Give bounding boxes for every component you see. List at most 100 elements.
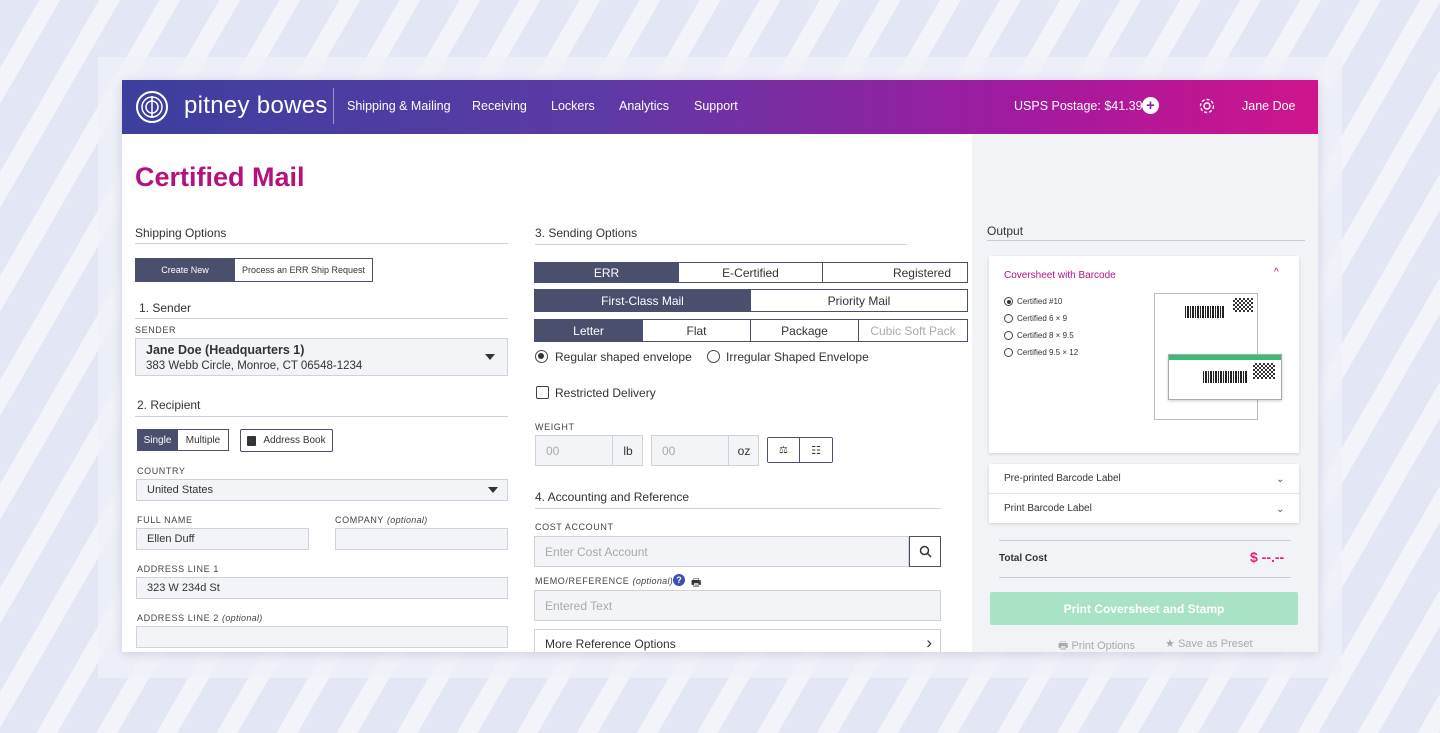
sender-select[interactable]: Jane Doe (Headquarters 1) 383 Webb Circl…	[135, 338, 508, 376]
page-title: Certified Mail	[135, 162, 305, 192]
coversheet-title[interactable]: Coversheet with Barcode	[1004, 270, 1116, 281]
full-name-label: FULL NAME	[137, 515, 193, 525]
restricted-delivery-label: Restricted Delivery	[555, 386, 656, 400]
chevron-down-icon[interactable]: ⌄	[1276, 474, 1284, 485]
err-option[interactable]: ERR	[535, 263, 679, 282]
print-barcode-label[interactable]: Print Barcode Label	[1004, 503, 1092, 514]
chevron-down-icon	[488, 487, 498, 493]
coversheet-card: Coversheet with Barcode ^ Certified #10 …	[989, 256, 1299, 453]
flat-option[interactable]: Flat	[643, 320, 751, 341]
company-label: COMPANY (optional)	[335, 515, 428, 525]
country-label: COUNTRY	[137, 466, 186, 476]
cubic-soft-pack-option[interactable]: Cubic Soft Pack	[859, 320, 967, 341]
divider	[999, 540, 1291, 541]
gear-icon[interactable]	[1198, 97, 1216, 115]
chevron-up-icon[interactable]: ^	[1274, 267, 1279, 278]
multiple-button[interactable]: Multiple	[178, 430, 228, 450]
preprinted-barcode-label[interactable]: Pre-printed Barcode Label	[1004, 473, 1121, 484]
divider	[135, 243, 508, 244]
divider	[999, 577, 1291, 578]
lb-unit: lb	[612, 436, 643, 465]
sending-options-heading: 3. Sending Options	[535, 226, 638, 240]
divider	[987, 240, 1305, 241]
weight-tools: ⚖ ☷	[767, 437, 833, 463]
irregular-envelope-label: Irregular Shaped Envelope	[726, 350, 869, 364]
output-heading: Output	[987, 224, 1024, 238]
country-select[interactable]: United States	[136, 479, 508, 501]
address-book-button[interactable]: Address Book	[240, 429, 333, 452]
pitney-bowes-logo-icon[interactable]	[136, 91, 168, 123]
weight-oz-input[interactable]: 00 oz	[651, 435, 759, 466]
nav-divider	[333, 88, 334, 124]
chevron-down-icon[interactable]: ⌄	[1276, 504, 1284, 515]
weight-lb-input[interactable]: 00 lb	[535, 435, 643, 466]
nav-receiving[interactable]: Receiving	[472, 99, 527, 113]
nav-shipping-mailing[interactable]: Shipping & Mailing	[347, 99, 451, 113]
divider	[535, 244, 907, 245]
sender-address: 383 Webb Circle, Monroe, CT 06548-1234	[146, 359, 363, 372]
sender-label: SENDER	[135, 325, 177, 335]
shipping-options-heading: Shipping Options	[135, 226, 227, 240]
divider	[535, 508, 941, 509]
address-line-1-field[interactable]: 323 W 234d St	[136, 577, 508, 599]
memo-input[interactable]: Entered Text	[534, 590, 941, 621]
print-coversheet-stamp-button[interactable]: Print Coversheet and Stamp	[990, 592, 1298, 625]
star-icon: ★	[1165, 638, 1175, 650]
address-line-2-field[interactable]	[136, 626, 508, 648]
search-button[interactable]	[909, 536, 941, 567]
nav-support[interactable]: Support	[694, 99, 738, 113]
accounting-heading: 4. Accounting and Reference	[535, 490, 690, 504]
priority-mail-option[interactable]: Priority Mail	[751, 290, 967, 311]
chevron-right-icon: ›	[926, 633, 932, 652]
regular-envelope-label: Regular shaped envelope	[555, 350, 692, 364]
single-button[interactable]: Single	[138, 430, 178, 450]
create-new-button[interactable]: Create New	[136, 259, 235, 281]
user-menu[interactable]: Jane Doe	[1242, 99, 1296, 113]
sliders-icon[interactable]: ☷	[800, 438, 832, 462]
divider	[989, 493, 1299, 494]
recipient-heading: 2. Recipient	[137, 398, 201, 412]
company-field[interactable]	[335, 528, 508, 550]
coversheet-option-9-5x12[interactable]: Certified 9.5 × 12	[1004, 348, 1078, 357]
e-certified-option[interactable]: E-Certified	[679, 263, 823, 282]
restricted-delivery-checkbox[interactable]	[536, 386, 549, 399]
shipping-mode-toggle: Create New Process an ERR Ship Request	[135, 258, 373, 282]
help-icon[interactable]: ?	[673, 574, 685, 586]
printer-icon: 🖶	[1058, 640, 1069, 652]
cost-account-input[interactable]: Enter Cost Account	[534, 536, 909, 567]
print-options-link[interactable]: 🖶 Print Options	[1058, 637, 1135, 652]
nav-lockers[interactable]: Lockers	[551, 99, 595, 113]
oz-unit: oz	[728, 436, 759, 465]
registered-option[interactable]: Registered	[823, 263, 967, 282]
app-window: pitney bowes Shipping & Mailing Receivin…	[122, 80, 1318, 652]
package-option[interactable]: Package	[751, 320, 859, 341]
package-type-toggle: Letter Flat Package Cubic Soft Pack	[534, 319, 968, 342]
letter-option[interactable]: Letter	[535, 320, 643, 341]
sender-heading: 1. Sender	[139, 301, 192, 315]
coversheet-option-6x9[interactable]: Certified 6 × 9	[1004, 314, 1067, 323]
regular-envelope-radio[interactable]	[535, 350, 548, 363]
search-icon	[919, 545, 932, 558]
divider	[135, 416, 508, 417]
more-reference-options-row[interactable]: More Reference Options ›	[534, 629, 941, 652]
nav-analytics[interactable]: Analytics	[619, 99, 669, 113]
coversheet-option-10[interactable]: Certified #10	[1004, 297, 1062, 306]
divider	[135, 318, 508, 319]
total-cost-label: Total Cost	[999, 553, 1048, 564]
full-name-field[interactable]: Ellen Duff	[136, 528, 309, 550]
save-preset-link[interactable]: ★ Save as Preset	[1165, 637, 1253, 650]
coversheet-option-8x9-5[interactable]: Certified 8 × 9.5	[1004, 331, 1074, 340]
add-postage-plus-icon[interactable]: +	[1142, 97, 1159, 114]
process-err-button[interactable]: Process an ERR Ship Request	[235, 259, 372, 281]
scale-icon[interactable]: ⚖	[768, 438, 800, 462]
address-line-1-label: ADDRESS LINE 1	[137, 564, 219, 574]
service-type-toggle: ERR E-Certified Registered	[534, 262, 968, 283]
first-class-option[interactable]: First-Class Mail	[535, 290, 751, 311]
recipient-mode-toggle: Single Multiple	[137, 429, 229, 451]
top-navigation: pitney bowes Shipping & Mailing Receivin…	[122, 80, 1318, 134]
irregular-envelope-radio[interactable]	[707, 350, 720, 363]
barcode-options-card: Pre-printed Barcode Label ⌄ Print Barcod…	[989, 464, 1299, 523]
address-line-2-label: ADDRESS LINE 2 (optional)	[137, 613, 263, 623]
cost-account-label: COST ACCOUNT	[535, 522, 614, 532]
sender-name: Jane Doe (Headquarters 1)	[146, 342, 305, 357]
